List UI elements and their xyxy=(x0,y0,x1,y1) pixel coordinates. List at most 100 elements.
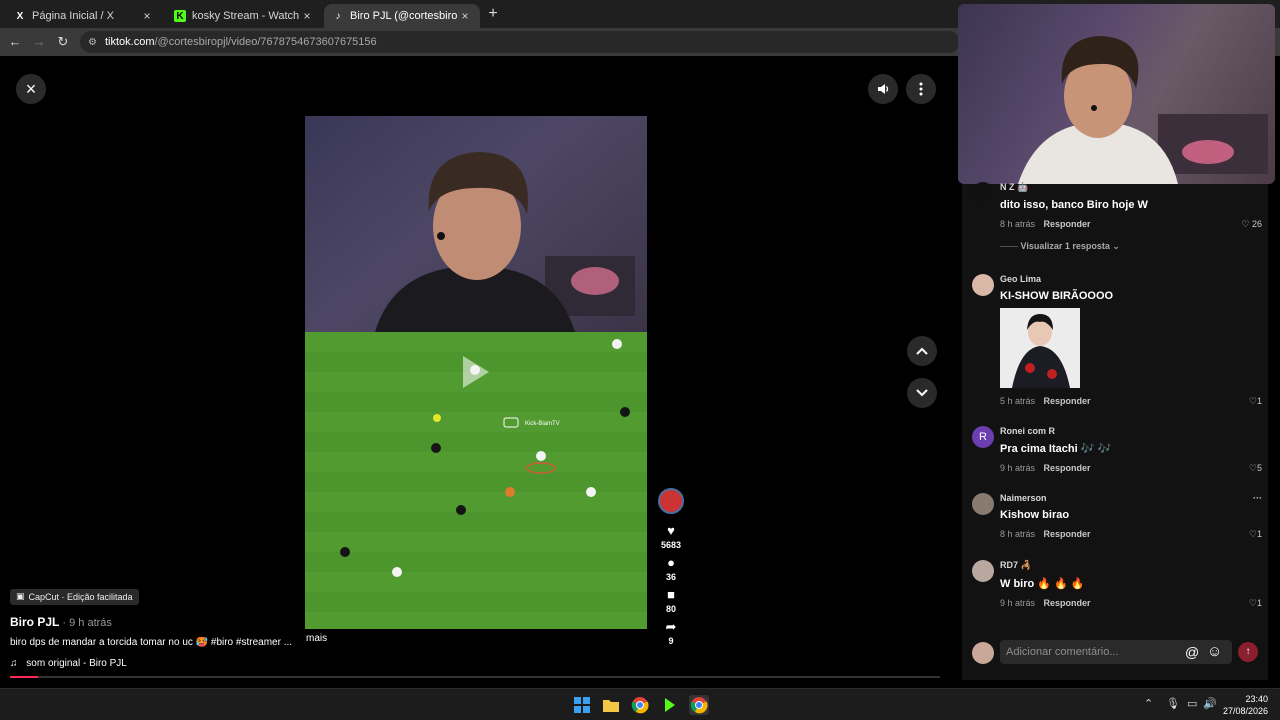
chevron-down-icon: ⌄ xyxy=(1112,241,1120,251)
avatar[interactable]: R xyxy=(972,426,994,448)
comment-text: KI-SHOW BIRÃOOOO xyxy=(1000,290,1114,302)
new-tab-button[interactable]: + xyxy=(484,6,502,24)
music-note-icon: ♫ xyxy=(10,657,18,669)
kick-app-icon[interactable] xyxy=(660,695,680,715)
speaker-icon xyxy=(878,84,889,94)
reply-button[interactable]: Responder xyxy=(1044,396,1091,406)
reload-icon[interactable]: ↻ xyxy=(54,33,72,51)
video-progress-bar[interactable] xyxy=(10,676,940,678)
tab-tiktok[interactable]: ♪ Biro PJL (@cortesbiropjl) | TikTo × xyxy=(324,4,480,28)
x-logo-icon: X xyxy=(16,10,24,22)
url-field[interactable]: ⚙ tiktok.com/@cortesbiropjl/video/767875… xyxy=(80,31,960,53)
more-vertical-icon xyxy=(919,82,923,96)
close-tab-icon[interactable]: × xyxy=(458,9,472,23)
avatar[interactable] xyxy=(972,560,994,582)
reply-button[interactable]: Responder xyxy=(1044,219,1091,229)
reply-button[interactable]: Responder xyxy=(1044,598,1091,608)
like-button[interactable]: ♥ 5683 xyxy=(656,523,686,551)
comment-footer: 9 h atrás Responder ♡1 xyxy=(1000,598,1262,608)
avatar[interactable] xyxy=(972,274,994,296)
author-line: Biro PJL · 9 h atrás xyxy=(10,615,300,629)
file-explorer-icon[interactable] xyxy=(601,695,621,715)
comment-like-button[interactable]: ♡1 xyxy=(1249,529,1262,540)
volume-button[interactable] xyxy=(868,74,898,104)
streamer-image xyxy=(375,152,635,332)
clock-time: 23:40 xyxy=(1245,694,1268,704)
tab-x[interactable]: X Página Inicial / X × xyxy=(6,4,162,28)
streamer-webcam-feed xyxy=(305,116,647,332)
comment-button[interactable]: ● 36 xyxy=(656,555,686,583)
tray-chevron-icon[interactable]: ⌃ xyxy=(1144,697,1153,710)
like-count: 5683 xyxy=(660,540,682,550)
more-options-button[interactable] xyxy=(906,74,936,104)
save-button[interactable]: ■ 80 xyxy=(656,587,686,615)
heart-outline-icon: ♡ xyxy=(1248,396,1257,406)
video-meta: ▣ CapCut · Edição facilitada Biro PJL · … xyxy=(10,586,300,669)
close-tab-icon[interactable]: × xyxy=(140,9,154,23)
capcut-label: CapCut · Edição facilitada xyxy=(28,591,133,602)
share-button[interactable]: ➦ 9 xyxy=(656,620,686,647)
send-comment-button[interactable]: ↑ xyxy=(1238,642,1258,662)
system-clock[interactable]: 23:40 27/08/2026 xyxy=(1223,693,1268,717)
comment-like-button[interactable]: ♡1 xyxy=(1249,598,1262,609)
comment-like-button[interactable]: ♡ 26 xyxy=(1241,219,1262,230)
comment-like-count: 1 xyxy=(1256,598,1262,608)
previous-video-button[interactable] xyxy=(907,336,937,366)
comment-sticker-image[interactable] xyxy=(1000,308,1080,388)
comment-time: 8 h atrás xyxy=(1000,529,1036,539)
next-video-button[interactable] xyxy=(907,378,937,408)
reply-button[interactable]: Responder xyxy=(1044,463,1091,473)
comment-text: dito isso, banco Biro hoje W xyxy=(1000,199,1148,211)
comment-footer: 5 h atrás Responder ♡1 xyxy=(1000,396,1262,406)
comment-text: Pra cima Itachi 🎶 🎶 xyxy=(1000,443,1112,455)
back-arrow-icon[interactable]: ← xyxy=(6,33,24,51)
reply-button[interactable]: Responder xyxy=(1044,529,1091,539)
video-description: biro dps de mandar a torcida tomar no uc… xyxy=(10,636,293,648)
comment-author[interactable]: N Z 🤖 xyxy=(1000,182,1262,193)
pitch-image: Kick-BiamTV xyxy=(305,332,647,629)
comments-panel: N Z 🤖 dito isso, banco Biro hoje W 8 h a… xyxy=(962,182,1268,680)
network-icon[interactable]: ▭ xyxy=(1187,697,1197,710)
comment-time: 9 h atrás xyxy=(1000,463,1036,473)
bookmark-icon: ■ xyxy=(667,587,675,602)
post-age: · 9 h atrás xyxy=(59,616,112,629)
close-tab-icon[interactable]: × xyxy=(300,9,314,23)
comment-like-button[interactable]: ♡1 xyxy=(1249,396,1262,407)
author-name[interactable]: Biro PJL xyxy=(10,615,59,629)
sound-link[interactable]: ♫ som original - Biro PJL xyxy=(10,658,300,669)
save-count: 80 xyxy=(665,604,676,614)
comment-text: W biro 🔥 🔥 🔥 xyxy=(1000,578,1085,590)
chrome-icon[interactable] xyxy=(630,695,650,715)
comment-input-bar: @ ☺ ↑ xyxy=(962,638,1268,668)
chrome-active-icon[interactable] xyxy=(689,695,709,715)
volume-icon[interactable]: 🔊 xyxy=(1203,697,1217,710)
more-description-link[interactable]: mais xyxy=(306,633,327,644)
video-frame[interactable]: Kick-BiamTV xyxy=(305,116,647,629)
heart-outline-icon: ♡ xyxy=(1248,529,1257,539)
avatar[interactable] xyxy=(972,493,994,515)
progress-fill xyxy=(10,676,38,678)
emoji-icon[interactable]: ☺ xyxy=(1207,643,1222,660)
comment-author-name[interactable]: Naimerson xyxy=(1000,493,1047,503)
creator-avatar[interactable] xyxy=(656,488,686,514)
view-replies-link[interactable]: —— Visualizar 1 resposta ⌄ xyxy=(1000,241,1262,252)
mention-icon[interactable]: @ xyxy=(1185,644,1199,660)
microphone-icon[interactable]: 🎙 xyxy=(1166,697,1180,710)
avatar[interactable] xyxy=(972,182,994,204)
view-replies-label: Visualizar 1 resposta xyxy=(1020,241,1110,251)
close-icon: × xyxy=(25,78,37,99)
itachi-sticker xyxy=(1000,308,1080,388)
tab-kick[interactable]: K kosky Stream - Watch Live on K × xyxy=(166,4,322,28)
comment-like-button[interactable]: ♡5 xyxy=(1249,463,1262,474)
forward-arrow-icon[interactable]: → xyxy=(30,33,48,51)
close-button[interactable]: × xyxy=(16,74,46,104)
comment-menu-icon[interactable]: ··· xyxy=(1253,493,1262,503)
site-info-icon[interactable]: ⚙ xyxy=(88,37,97,48)
capcut-badge[interactable]: ▣ CapCut · Edição facilitada xyxy=(10,588,139,605)
heart-icon: ♥ xyxy=(667,523,675,538)
comment-bubble-icon: ● xyxy=(667,555,675,570)
windows-start-icon[interactable] xyxy=(572,695,592,715)
comment-author[interactable]: Geo Lima xyxy=(1000,274,1262,284)
comment-author[interactable]: RD7 🦂 xyxy=(1000,560,1262,571)
comment-author[interactable]: Ronei com R xyxy=(1000,426,1262,436)
